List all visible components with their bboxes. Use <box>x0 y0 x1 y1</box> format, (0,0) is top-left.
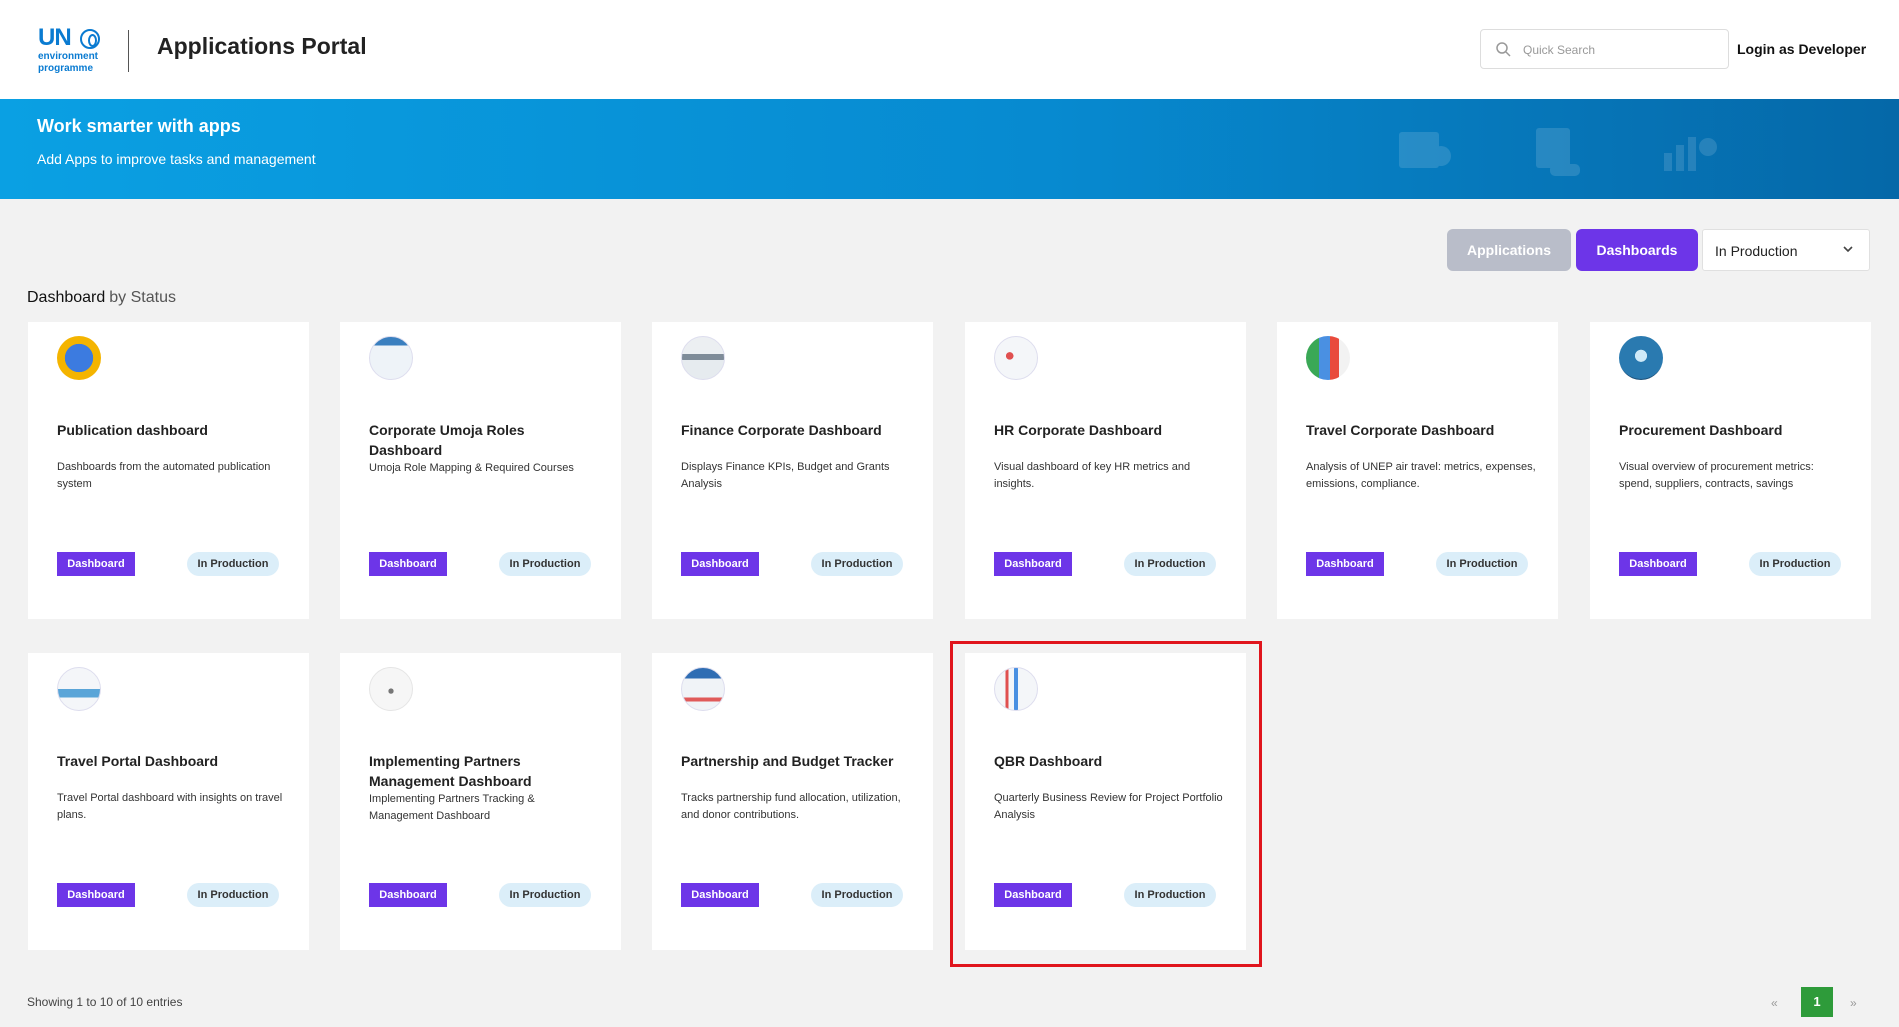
partners-icon <box>369 667 413 711</box>
card-title: Travel Corporate Dashboard <box>1306 422 1495 438</box>
status-dropdown[interactable]: In Production <box>1702 229 1870 271</box>
logo-sub-1: environment <box>38 51 99 62</box>
card-title: Implementing Partners Management Dashboa… <box>369 753 532 789</box>
card-title: HR Corporate Dashboard <box>994 422 1163 438</box>
card-description: Visual overview of procurement metrics: … <box>1619 461 1814 490</box>
app-card[interactable]: Travel Corporate Dashboard Analysis of U… <box>1277 322 1558 619</box>
section-subtitle: by Status <box>109 289 176 306</box>
card-type-badge: Dashboard <box>57 883 135 907</box>
section-heading: Dashboard by Status <box>27 289 176 307</box>
card-description: Tracks partnership fund allocation, util… <box>681 792 901 821</box>
card-status-badge: In Production <box>1749 552 1841 576</box>
card-title: Corporate Umoja Roles Dashboard <box>369 422 525 458</box>
card-type-badge: Dashboard <box>57 552 135 576</box>
card-description: Quarterly Business Review for Project Po… <box>994 792 1223 821</box>
card-status-badge: In Production <box>1124 883 1216 907</box>
hero-banner: Work smarter with apps Add Apps to impro… <box>0 99 1899 199</box>
app-card[interactable]: Travel Portal Dashboard Travel Portal da… <box>28 653 309 950</box>
card-type-badge: Dashboard <box>994 552 1072 576</box>
un-globe-icon <box>80 29 100 49</box>
card-description: Analysis of UNEP air travel: metrics, ex… <box>1306 461 1536 490</box>
procurement-icon <box>1619 336 1663 380</box>
pagination-next[interactable]: » <box>1850 996 1857 1026</box>
app-card[interactable]: Partnership and Budget Tracker Tracks pa… <box>652 653 933 950</box>
umoja-roles-icon <box>369 336 413 380</box>
section-title: Dashboard <box>27 289 106 306</box>
finance-icon <box>681 336 725 380</box>
card-status-badge: In Production <box>187 552 279 576</box>
app-card[interactable]: Procurement Dashboard Visual overview of… <box>1590 322 1871 619</box>
top-header: UN environment programme Applications Po… <box>0 0 1899 99</box>
card-status-badge: In Production <box>811 552 903 576</box>
publication-icon <box>57 336 101 380</box>
card-type-badge: Dashboard <box>681 883 759 907</box>
card-description: Dashboards from the automated publicatio… <box>57 461 271 490</box>
banner-heading: Work smarter with apps <box>37 116 241 136</box>
card-title: Travel Portal Dashboard <box>57 753 219 769</box>
login-developer-link[interactable]: Login as Developer <box>1737 41 1866 57</box>
card-description: Visual dashboard of key HR metrics and i… <box>994 461 1191 490</box>
card-type-badge: Dashboard <box>369 552 447 576</box>
card-status-badge: In Production <box>187 883 279 907</box>
search-input[interactable] <box>1523 40 1718 60</box>
card-type-badge: Dashboard <box>369 883 447 907</box>
card-description: Travel Portal dashboard with insights on… <box>57 792 283 821</box>
pagination-prev[interactable]: « <box>1771 996 1778 1026</box>
app-card[interactable]: Publication dashboard Dashboards from th… <box>28 322 309 619</box>
card-title: QBR Dashboard <box>994 753 1103 769</box>
card-status-badge: In Production <box>499 883 591 907</box>
card-title: Finance Corporate Dashboard <box>681 422 882 438</box>
search-icon <box>1496 42 1511 57</box>
chevron-down-icon <box>1843 246 1853 253</box>
page-title: Applications Portal <box>157 33 367 59</box>
card-type-badge: Dashboard <box>1306 552 1384 576</box>
card-description: Displays Finance KPIs, Budget and Grants… <box>681 461 890 490</box>
logo-divider <box>128 30 129 72</box>
status-dropdown-value: In Production <box>1715 243 1798 259</box>
chart-growth-icon <box>1664 137 1717 171</box>
document-gear-icon <box>1399 132 1451 168</box>
app-card[interactable]: Implementing Partners Management Dashboa… <box>340 653 621 950</box>
dashboards-toggle[interactable]: Dashboards <box>1576 229 1698 271</box>
entries-count: Showing 1 to 10 of 10 entries <box>27 995 183 1009</box>
travel-corporate-icon <box>1306 336 1350 380</box>
card-status-badge: In Production <box>1436 552 1528 576</box>
card-status-badge: In Production <box>811 883 903 907</box>
card-type-badge: Dashboard <box>994 883 1072 907</box>
hr-icon <box>994 336 1038 380</box>
card-description: Implementing Partners Tracking & Managem… <box>369 793 535 822</box>
budget-tracker-icon <box>681 667 725 711</box>
card-title: Publication dashboard <box>57 422 208 438</box>
logo-sub-2: programme <box>38 63 94 74</box>
card-status-badge: In Production <box>499 552 591 576</box>
card-title: Procurement Dashboard <box>1619 422 1783 438</box>
card-status-badge: In Production <box>1124 552 1216 576</box>
banner-subheading: Add Apps to improve tasks and management <box>37 151 316 167</box>
app-card[interactable]: Finance Corporate Dashboard Displays Fin… <box>652 322 933 619</box>
card-type-badge: Dashboard <box>1619 552 1697 576</box>
checklist-hand-icon <box>1536 128 1580 176</box>
quick-search[interactable] <box>1480 29 1729 69</box>
applications-toggle[interactable]: Applications <box>1447 229 1571 271</box>
unep-logo[interactable]: UN environment programme <box>38 26 108 74</box>
card-type-badge: Dashboard <box>681 552 759 576</box>
qbr-icon <box>994 667 1038 711</box>
app-card[interactable]: Corporate Umoja Roles Dashboard Umoja Ro… <box>340 322 621 619</box>
pagination-page-1[interactable]: 1 <box>1801 987 1833 1017</box>
app-card[interactable]: HR Corporate Dashboard Visual dashboard … <box>965 322 1246 619</box>
travel-portal-icon <box>57 667 101 711</box>
card-description: Umoja Role Mapping & Required Courses <box>369 462 574 474</box>
app-card[interactable]: QBR Dashboard Quarterly Business Review … <box>965 653 1246 950</box>
card-title: Partnership and Budget Tracker <box>681 753 894 769</box>
